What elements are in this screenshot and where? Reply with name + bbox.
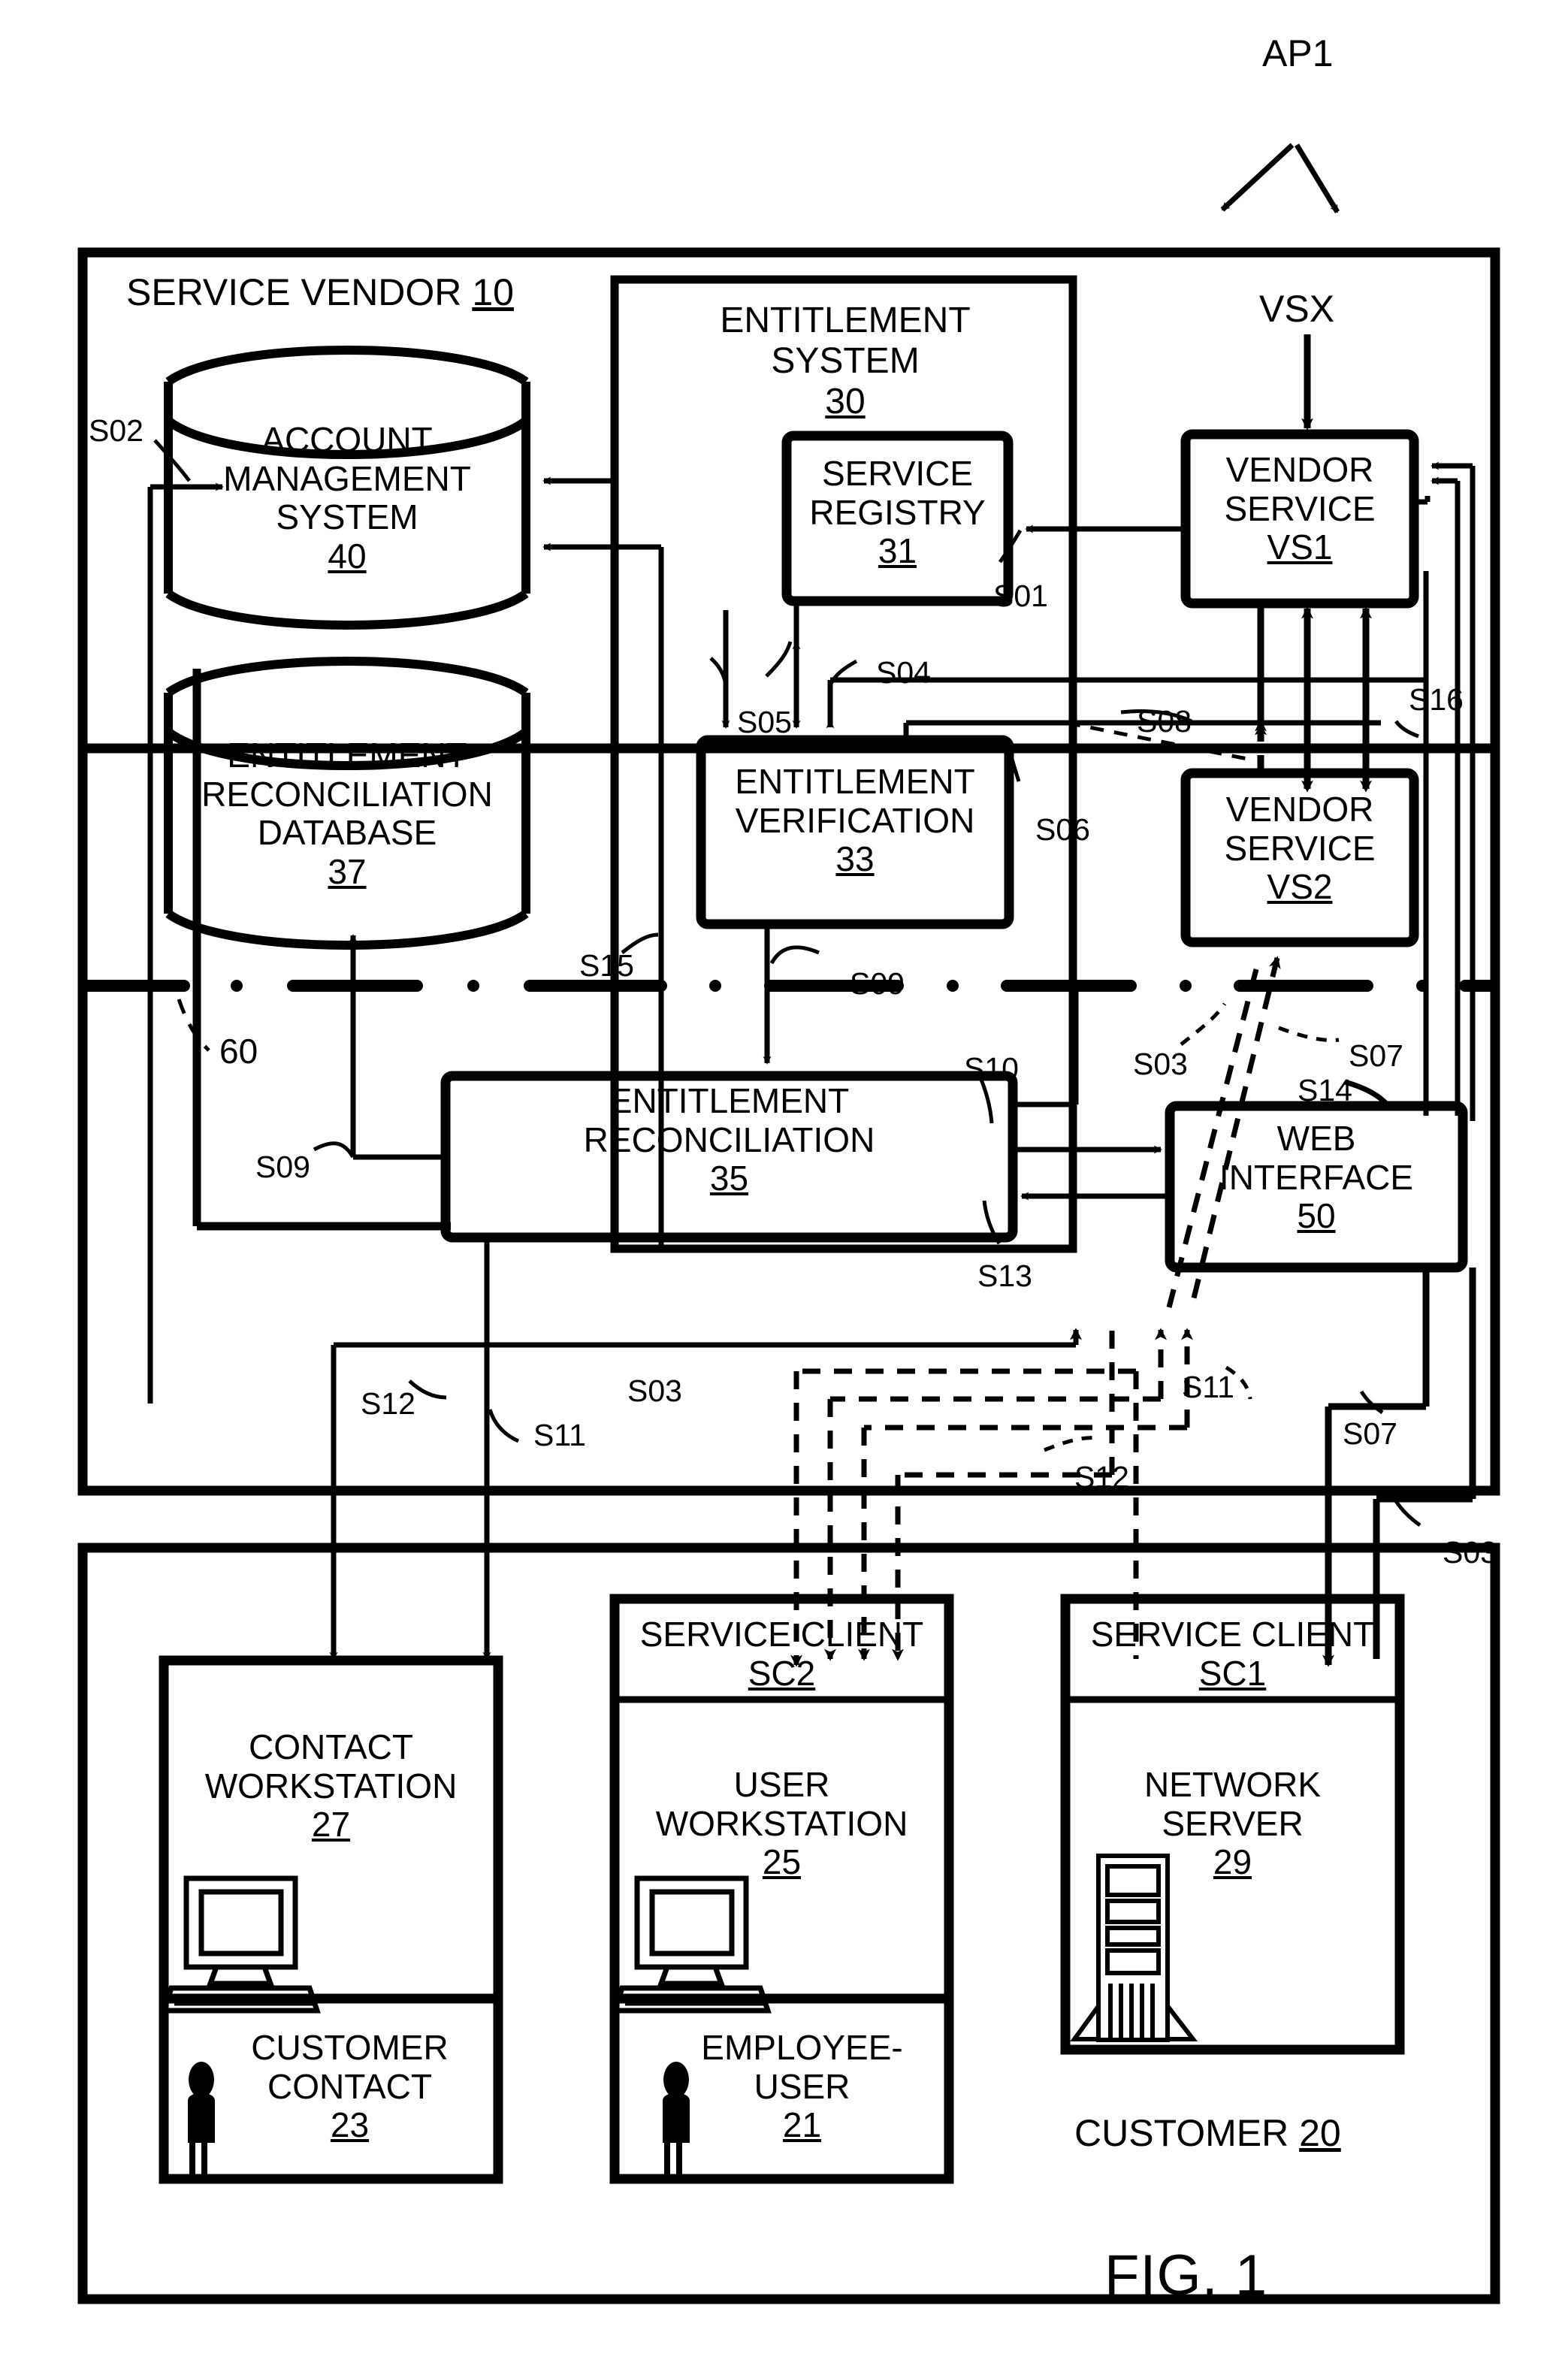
ap1-arrow-left <box>1220 143 1295 212</box>
entitlement-reconciliation-label: ENTITLEMENT RECONCILIATION 35 <box>583 1081 875 1198</box>
leader-s09b <box>313 1141 355 1159</box>
user-workstation-label: USER WORKSTATION 25 <box>655 1765 908 1882</box>
leader-s07 <box>1278 1026 1340 1042</box>
leader-s11a <box>488 1409 520 1443</box>
customer-ref: 20 <box>1299 2112 1341 2154</box>
service-client-sc1-label: SERVICE CLIENT SC1 <box>1090 1615 1375 1693</box>
leader-s16 <box>1394 720 1419 739</box>
desktop-computer-icon-1 <box>160 1875 321 2014</box>
leader-s03a <box>1180 1002 1227 1046</box>
service-vendor-ref: 10 <box>472 271 514 313</box>
network-server-label: NETWORK SERVER 29 <box>1144 1765 1322 1882</box>
signal-label-s07b: S07 <box>1343 1416 1397 1451</box>
signal-label-s15: S15 <box>579 948 634 983</box>
service-vendor-title: SERVICE VENDOR 10 <box>126 270 514 314</box>
ap1-label: AP1 <box>1262 32 1334 74</box>
account-management-system-label: ACCOUNT MANAGEMENT SYSTEM 40 <box>223 420 471 576</box>
service-vendor-title-text: SERVICE VENDOR <box>126 271 462 313</box>
customer-title-text: CUSTOMER <box>1074 2112 1289 2154</box>
vendor-service-vs1-label: VENDOR SERVICE VS1 <box>1224 450 1376 567</box>
signal-label-s11b: S11 <box>1182 1370 1234 1404</box>
signal-label-s06: S06 <box>1035 812 1090 847</box>
server-tower-icon <box>1070 1854 1198 2042</box>
signal-label-s05: S05 <box>737 705 792 739</box>
signal-label-s16: S16 <box>1409 682 1464 717</box>
signal-label-s03a: S03 <box>1133 1047 1188 1081</box>
service-client-sc2-label: SERVICE CLIENT SC2 <box>639 1615 924 1693</box>
signal-label-s14: S14 <box>1298 1073 1352 1107</box>
customer-title: CUSTOMER 20 <box>1074 2111 1341 2155</box>
boundary-60-label: 60 <box>219 1032 258 1071</box>
leader-s09a <box>769 945 820 965</box>
patent-figure-page: AP1 SERVICE VENDOR 10 ENTITLEMENT SYSTEM… <box>0 0 1568 2372</box>
contact-workstation-label: CONTACT WORKSTATION 27 <box>204 1727 458 1845</box>
vsx-label: VSX <box>1259 288 1335 330</box>
signal-label-s04: S04 <box>876 655 931 690</box>
signal-label-s08: S08 <box>1137 704 1192 739</box>
signal-label-s12a: S12 <box>361 1386 415 1421</box>
signal-label-s02: S02 <box>89 413 144 448</box>
customer-contact-label: CUSTOMER CONTACT 23 <box>251 2028 449 2145</box>
service-registry-label: SERVICE REGISTRY 31 <box>809 454 986 571</box>
leader-s12b <box>1044 1436 1099 1452</box>
signal-label-s09a: S09 <box>850 966 905 1001</box>
leader-s03c <box>1394 1500 1421 1527</box>
signal-label-s09b: S09 <box>255 1150 310 1184</box>
signal-label-s03c: S03 <box>1443 1535 1497 1570</box>
signal-label-s01: S01 <box>993 579 1048 613</box>
figure-caption: FIG. 1 <box>1104 2244 1268 2307</box>
signal-label-s03b: S03 <box>627 1373 682 1408</box>
boundary-60-line <box>83 980 1497 992</box>
entitlement-verification-label: ENTITLEMENT VERIFICATION 33 <box>735 762 975 879</box>
signal-label-s07a: S07 <box>1349 1038 1403 1073</box>
ap1-arrow-right <box>1295 144 1340 213</box>
signal-label-s12b: S12 <box>1074 1460 1129 1494</box>
signal-label-s10: S10 <box>964 1051 1019 1086</box>
entitlement-reconciliation-database-label: ENTITLEMENT RECONCILIATION DATABASE 37 <box>201 736 493 891</box>
web-interface-label: WEB INTERFACE 50 <box>1219 1119 1414 1236</box>
signal-label-s13: S13 <box>977 1259 1032 1293</box>
vendor-service-vs2-label: VENDOR SERVICE VS2 <box>1224 790 1376 907</box>
employee-user-label: EMPLOYEE- USER 21 <box>701 2028 903 2145</box>
signal-label-s11a: S11 <box>533 1418 586 1452</box>
entitlement-system-label: ENTITLEMENT SYSTEM 30 <box>720 301 971 422</box>
desktop-computer-icon-2 <box>611 1875 772 2014</box>
